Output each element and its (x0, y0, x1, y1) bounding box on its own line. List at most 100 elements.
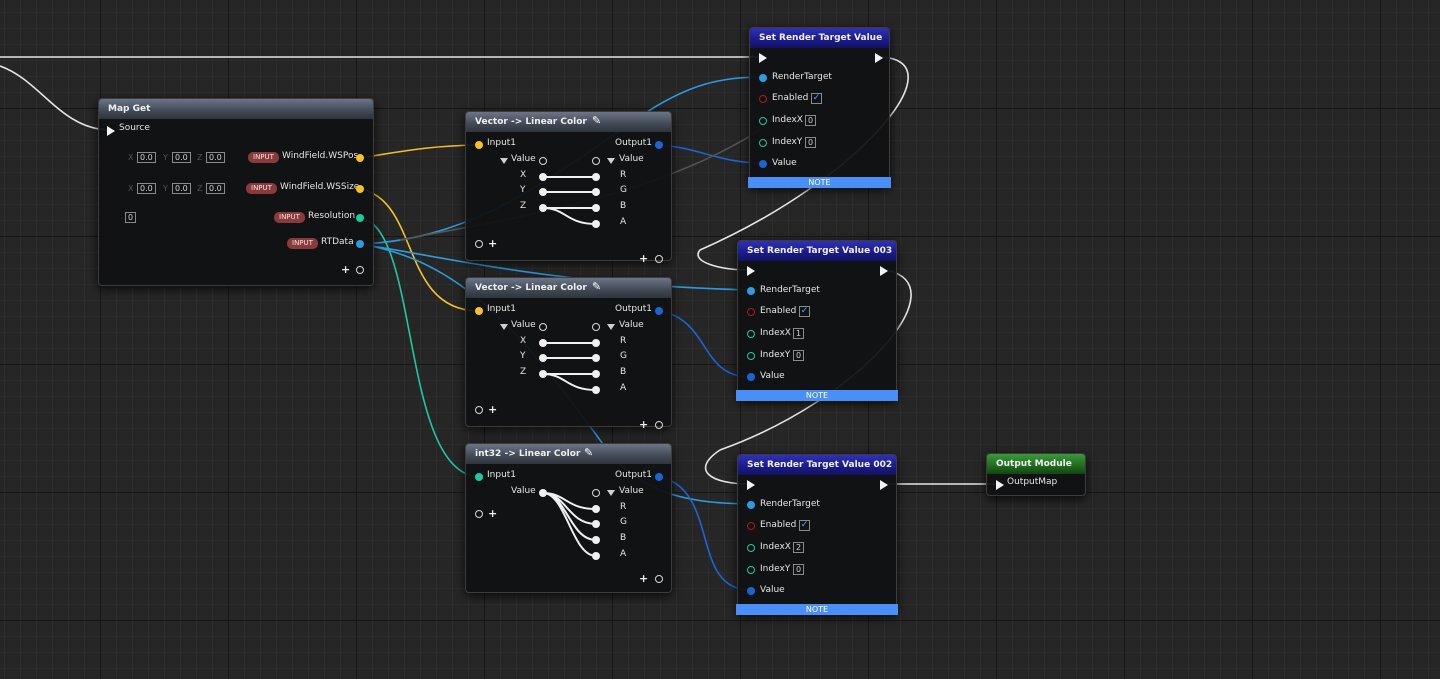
add-pin-icon[interactable] (475, 510, 483, 518)
srt2-indexx-field[interactable]: 2 (793, 542, 805, 553)
srt3-indexy-pin[interactable] (747, 352, 755, 360)
wssize-y-field[interactable]: 0.0 (172, 183, 191, 194)
srt3-header[interactable]: Set Render Target Value 003 (738, 241, 896, 261)
add-pin-icon[interactable] (655, 421, 663, 429)
resolution-field[interactable]: 0 (125, 212, 137, 223)
int32-to-color-node[interactable]: int32 -> Linear Color ✎ Input1 Output1 V… (465, 443, 672, 593)
add-pin-plus-icon[interactable]: + (488, 238, 497, 249)
srt3-rendertarget-pin[interactable] (747, 287, 755, 295)
vec2-a-pin[interactable] (592, 386, 600, 394)
srt1-value-pin[interactable] (759, 160, 767, 168)
vec1-a-pin[interactable] (592, 220, 600, 228)
srt3-enabled-pin[interactable] (747, 308, 755, 316)
pencil-icon[interactable]: ✎ (592, 115, 604, 127)
source-exec-pin[interactable] (107, 126, 115, 136)
vec2-g-pin[interactable] (592, 354, 600, 362)
add-pin-plus-icon[interactable]: + (639, 573, 648, 584)
vec2-r-pin[interactable] (592, 339, 600, 347)
add-pin-plus-icon[interactable]: + (341, 264, 350, 275)
vec1-r-pin[interactable] (592, 173, 600, 181)
srt3-indexy-field[interactable]: 0 (793, 350, 805, 361)
srt3-note-bar[interactable]: NOTE (736, 390, 898, 401)
srt1-indexx-field[interactable]: 0 (805, 115, 817, 126)
add-pin-plus-icon[interactable]: + (639, 419, 648, 430)
vec2-y-pin[interactable] (539, 354, 547, 362)
srt1-enabled-pin[interactable] (759, 95, 767, 103)
srt1-enabled-checkbox[interactable]: ✓ (811, 93, 822, 104)
srt1-header[interactable]: Set Render Target Value (750, 28, 889, 48)
wspos-pin[interactable] (356, 154, 364, 162)
srt1-exec-in-pin[interactable] (759, 53, 767, 63)
resolution-pin[interactable] (356, 214, 364, 222)
srt1-exec-out-pin[interactable] (875, 53, 883, 63)
vec2-x-pin[interactable] (539, 339, 547, 347)
vector-to-color-node-2[interactable]: Vector -> Linear Color ✎ Input1 Output1 … (465, 277, 672, 430)
int32-r-pin[interactable] (592, 505, 600, 513)
vec1-b-pin[interactable] (592, 204, 600, 212)
srt2-enabled-checkbox[interactable]: ✓ (799, 520, 810, 531)
srt2-value-pin[interactable] (747, 587, 755, 595)
output-module-node[interactable]: Output Module OutputMap (986, 453, 1086, 496)
wssize-x-field[interactable]: 0.0 (137, 183, 156, 194)
srt1-indexy-field[interactable]: 0 (805, 137, 817, 148)
vec1-z-pin[interactable] (539, 204, 547, 212)
srt3-exec-in-pin[interactable] (747, 266, 755, 276)
srt1-note-bar[interactable]: NOTE (748, 177, 891, 188)
srt2-enabled-pin[interactable] (747, 522, 755, 530)
set-render-target-node-002[interactable]: Set Render Target Value 002 RenderTarget… (736, 454, 898, 615)
vec1-y-pin[interactable] (539, 188, 547, 196)
srt1-indexy-pin[interactable] (759, 139, 767, 147)
int32-g-pin[interactable] (592, 520, 600, 528)
set-render-target-node-003[interactable]: Set Render Target Value 003 RenderTarget… (736, 240, 898, 401)
map-get-header[interactable]: Map Get (99, 99, 373, 119)
add-pin-plus-icon[interactable]: + (488, 508, 497, 519)
add-pin-icon[interactable] (356, 266, 364, 274)
axis-y-label: Y (163, 184, 168, 193)
srt2-header[interactable]: Set Render Target Value 002 (738, 455, 896, 475)
vec1-header[interactable]: Vector -> Linear Color ✎ (466, 112, 671, 132)
vec2-b-pin[interactable] (592, 370, 600, 378)
srt2-exec-in-pin[interactable] (747, 480, 755, 490)
add-pin-plus-icon[interactable]: + (488, 404, 497, 415)
vec2-z-pin[interactable] (539, 370, 547, 378)
add-pin-icon[interactable] (475, 406, 483, 414)
add-pin-icon[interactable] (655, 575, 663, 583)
pencil-icon[interactable]: ✎ (592, 281, 604, 293)
wssize-z-field[interactable]: 0.0 (206, 183, 225, 194)
vec1-g-pin[interactable] (592, 188, 600, 196)
srt1-rendertarget-pin[interactable] (759, 74, 767, 82)
srt2-note-bar[interactable]: NOTE (736, 604, 898, 615)
int32-a-pin[interactable] (592, 552, 600, 560)
add-pin-icon[interactable] (475, 240, 483, 248)
rtdata-pin[interactable] (356, 240, 364, 248)
srt3-enabled-checkbox[interactable]: ✓ (799, 306, 810, 317)
vector-to-color-node-1[interactable]: Vector -> Linear Color ✎ Input1 Output1 … (465, 111, 672, 264)
srt2-exec-out-pin[interactable] (880, 480, 888, 490)
map-get-node[interactable]: Map Get Source X 0.0 Y 0.0 Z 0.0 INPUT W… (98, 98, 374, 286)
int32-field-r: R (620, 502, 627, 512)
int32-header[interactable]: int32 -> Linear Color ✎ (466, 444, 671, 464)
wspos-z-field[interactable]: 0.0 (206, 152, 225, 163)
srt3-value-pin[interactable] (747, 373, 755, 381)
srt3-indexx-pin[interactable] (747, 330, 755, 338)
output-module-header[interactable]: Output Module (987, 454, 1085, 474)
srt1-indexx-pin[interactable] (759, 117, 767, 125)
wspos-y-field[interactable]: 0.0 (172, 152, 191, 163)
vec1-field-b: B (620, 201, 627, 211)
srt3-indexx-field[interactable]: 1 (793, 328, 805, 339)
wssize-pin[interactable] (356, 185, 364, 193)
vec1-x-pin[interactable] (539, 173, 547, 181)
srt2-indexy-pin[interactable] (747, 566, 755, 574)
srt2-rendertarget-pin[interactable] (747, 501, 755, 509)
srt2-indexy-field[interactable]: 0 (793, 564, 805, 575)
add-pin-icon[interactable] (655, 255, 663, 263)
output-map-exec-pin[interactable] (996, 480, 1004, 490)
srt2-indexx-pin[interactable] (747, 544, 755, 552)
set-render-target-node-1[interactable]: Set Render Target Value RenderTarget Ena… (748, 27, 891, 188)
int32-b-pin[interactable] (592, 536, 600, 544)
srt3-exec-out-pin[interactable] (880, 266, 888, 276)
pencil-icon[interactable]: ✎ (584, 447, 596, 459)
vec2-header[interactable]: Vector -> Linear Color ✎ (466, 278, 671, 298)
wspos-x-field[interactable]: 0.0 (137, 152, 156, 163)
add-pin-plus-icon[interactable]: + (639, 253, 648, 264)
